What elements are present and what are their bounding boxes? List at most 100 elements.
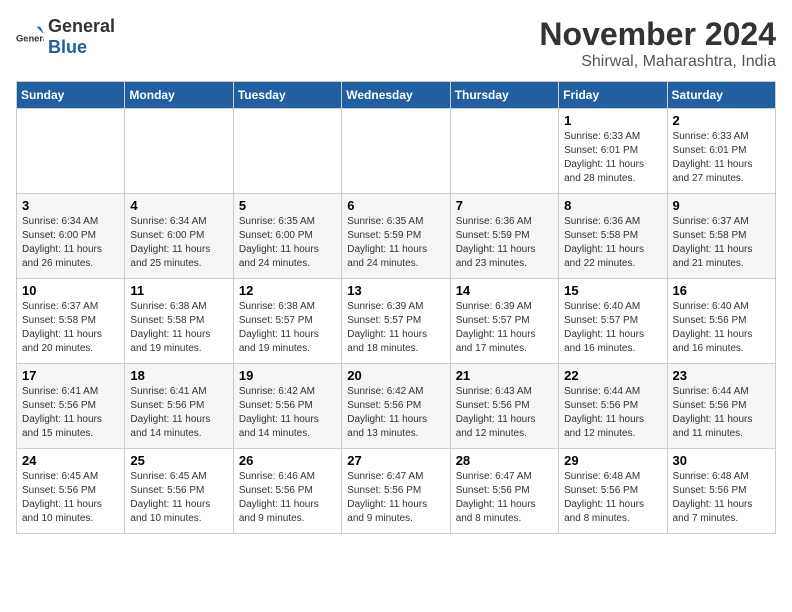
day-info: Sunrise: 6:39 AM Sunset: 5:57 PM Dayligh… <box>456 300 553 356</box>
day-number: 17 <box>22 368 119 383</box>
calendar-cell: 7 Sunrise: 6:36 AM Sunset: 5:59 PM Daylig… <box>450 194 558 279</box>
day-info: Sunrise: 6:38 AM Sunset: 5:58 PM Dayligh… <box>130 300 227 356</box>
calendar-cell: 26Sunrise: 6:46 AM Sunset: 5:56 PM Dayli… <box>233 449 341 534</box>
calendar-cell <box>450 109 558 194</box>
calendar-cell: 8 Sunrise: 6:36 AM Sunset: 5:58 PM Daylig… <box>559 194 667 279</box>
weekday-header: Wednesday <box>342 82 450 109</box>
day-number: 30 <box>673 453 770 468</box>
calendar-week-row: 17 Sunrise: 6:41 AM Sunset: 5:56 PM Dayli… <box>17 364 776 449</box>
calendar-week-row: 24 Sunrise: 6:45 AM Sunset: 5:56 PM Dayli… <box>17 449 776 534</box>
day-number: 2 <box>673 113 770 128</box>
day-info: Sunrise: 6:45 AM Sunset: 5:56 PM Dayligh… <box>130 470 227 526</box>
calendar-cell: 4 Sunrise: 6:34 AM Sunset: 6:00 PM Daylig… <box>125 194 233 279</box>
day-number: 10 <box>22 283 119 298</box>
weekday-header: Monday <box>125 82 233 109</box>
day-info: Sunrise: 6:48 AM Sunset: 5:56 PM Dayligh… <box>673 470 770 526</box>
day-info: Sunrise: 6:43 AM Sunset: 5:56 PM Dayligh… <box>456 385 553 441</box>
day-number: 9 <box>673 198 770 213</box>
calendar-table: SundayMondayTuesdayWednesdayThursdayFrid… <box>16 81 776 534</box>
day-number: 4 <box>130 198 227 213</box>
logo-icon: General <box>16 23 44 51</box>
calendar-header: SundayMondayTuesdayWednesdayThursdayFrid… <box>17 82 776 109</box>
day-info: Sunrise: 6:41 AM Sunset: 5:56 PM Dayligh… <box>130 385 227 441</box>
calendar-cell: 21 Sunrise: 6:43 AM Sunset: 5:56 PM Dayli… <box>450 364 558 449</box>
calendar-cell: 11 Sunrise: 6:38 AM Sunset: 5:58 PM Dayli… <box>125 279 233 364</box>
calendar-cell: 5 Sunrise: 6:35 AM Sunset: 6:00 PM Daylig… <box>233 194 341 279</box>
day-info: Sunrise: 6:42 AM Sunset: 5:56 PM Dayligh… <box>347 385 444 441</box>
day-number: 7 <box>456 198 553 213</box>
calendar-subtitle: Shirwal, Maharashtra, India <box>539 53 776 71</box>
day-info: Sunrise: 6:37 AM Sunset: 5:58 PM Dayligh… <box>673 215 770 271</box>
day-number: 19 <box>239 368 336 383</box>
day-info: Sunrise: 6:37 AM Sunset: 5:58 PM Dayligh… <box>22 300 119 356</box>
calendar-cell <box>17 109 125 194</box>
day-number: 22 <box>564 368 661 383</box>
calendar-cell: 25 Sunrise: 6:45 AM Sunset: 5:56 PM Dayli… <box>125 449 233 534</box>
calendar-cell: 29 Sunrise: 6:48 AM Sunset: 5:56 PM Dayli… <box>559 449 667 534</box>
calendar-week-row: 1 Sunrise: 6:33 AM Sunset: 6:01 PM Daylig… <box>17 109 776 194</box>
day-number: 27 <box>347 453 444 468</box>
day-info: Sunrise: 6:35 AM Sunset: 5:59 PM Dayligh… <box>347 215 444 271</box>
page-header: General General Blue November 2024 Shirw… <box>16 16 776 71</box>
day-info: Sunrise: 6:40 AM Sunset: 5:57 PM Dayligh… <box>564 300 661 356</box>
day-info: Sunrise: 6:47 AM Sunset: 5:56 PM Dayligh… <box>347 470 444 526</box>
calendar-cell: 17 Sunrise: 6:41 AM Sunset: 5:56 PM Dayli… <box>17 364 125 449</box>
day-info: Sunrise: 6:47 AM Sunset: 5:56 PM Dayligh… <box>456 470 553 526</box>
day-info: Sunrise: 6:45 AM Sunset: 5:56 PM Dayligh… <box>22 470 119 526</box>
calendar-cell: 6 Sunrise: 6:35 AM Sunset: 5:59 PM Daylig… <box>342 194 450 279</box>
calendar-cell: 22 Sunrise: 6:44 AM Sunset: 5:56 PM Dayli… <box>559 364 667 449</box>
day-number: 20 <box>347 368 444 383</box>
day-info: Sunrise: 6:48 AM Sunset: 5:56 PM Dayligh… <box>564 470 661 526</box>
day-info: Sunrise: 6:34 AM Sunset: 6:00 PM Dayligh… <box>22 215 119 271</box>
day-number: 29 <box>564 453 661 468</box>
day-info: Sunrise: 6:44 AM Sunset: 5:56 PM Dayligh… <box>564 385 661 441</box>
day-number: 1 <box>564 113 661 128</box>
calendar-cell: 14Sunrise: 6:39 AM Sunset: 5:57 PM Dayli… <box>450 279 558 364</box>
title-block: November 2024 Shirwal, Maharashtra, Indi… <box>539 16 776 71</box>
logo-general: General <box>48 16 115 36</box>
day-number: 18 <box>130 368 227 383</box>
day-number: 21 <box>456 368 553 383</box>
day-number: 24 <box>22 453 119 468</box>
day-number: 12 <box>239 283 336 298</box>
day-info: Sunrise: 6:33 AM Sunset: 6:01 PM Dayligh… <box>564 130 661 186</box>
day-info: Sunrise: 6:41 AM Sunset: 5:56 PM Dayligh… <box>22 385 119 441</box>
weekday-header: Thursday <box>450 82 558 109</box>
weekday-header: Friday <box>559 82 667 109</box>
calendar-cell: 2Sunrise: 6:33 AM Sunset: 6:01 PM Daylig… <box>667 109 775 194</box>
day-info: Sunrise: 6:36 AM Sunset: 5:59 PM Dayligh… <box>456 215 553 271</box>
day-info: Sunrise: 6:36 AM Sunset: 5:58 PM Dayligh… <box>564 215 661 271</box>
day-info: Sunrise: 6:34 AM Sunset: 6:00 PM Dayligh… <box>130 215 227 271</box>
calendar-cell: 9 Sunrise: 6:37 AM Sunset: 5:58 PM Daylig… <box>667 194 775 279</box>
weekday-header: Sunday <box>17 82 125 109</box>
day-info: Sunrise: 6:39 AM Sunset: 5:57 PM Dayligh… <box>347 300 444 356</box>
day-number: 5 <box>239 198 336 213</box>
calendar-cell: 10 Sunrise: 6:37 AM Sunset: 5:58 PM Dayli… <box>17 279 125 364</box>
calendar-cell: 19Sunrise: 6:42 AM Sunset: 5:56 PM Dayli… <box>233 364 341 449</box>
day-info: Sunrise: 6:38 AM Sunset: 5:57 PM Dayligh… <box>239 300 336 356</box>
weekday-header: Tuesday <box>233 82 341 109</box>
day-number: 6 <box>347 198 444 213</box>
calendar-cell: 20 Sunrise: 6:42 AM Sunset: 5:56 PM Dayli… <box>342 364 450 449</box>
day-number: 16 <box>673 283 770 298</box>
calendar-cell: 3Sunrise: 6:34 AM Sunset: 6:00 PM Daylig… <box>17 194 125 279</box>
weekday-header-row: SundayMondayTuesdayWednesdayThursdayFrid… <box>17 82 776 109</box>
calendar-cell: 15 Sunrise: 6:40 AM Sunset: 5:57 PM Dayli… <box>559 279 667 364</box>
logo: General General Blue <box>16 16 115 58</box>
logo-blue: Blue <box>48 37 87 57</box>
day-number: 25 <box>130 453 227 468</box>
day-number: 23 <box>673 368 770 383</box>
calendar-body: 1 Sunrise: 6:33 AM Sunset: 6:01 PM Daylig… <box>17 109 776 534</box>
day-number: 28 <box>456 453 553 468</box>
calendar-cell: 30 Sunrise: 6:48 AM Sunset: 5:56 PM Dayli… <box>667 449 775 534</box>
svg-text:General: General <box>16 34 44 44</box>
day-number: 8 <box>564 198 661 213</box>
day-number: 11 <box>130 283 227 298</box>
calendar-cell: 28 Sunrise: 6:47 AM Sunset: 5:56 PM Dayli… <box>450 449 558 534</box>
calendar-cell: 12 Sunrise: 6:38 AM Sunset: 5:57 PM Dayli… <box>233 279 341 364</box>
day-info: Sunrise: 6:35 AM Sunset: 6:00 PM Dayligh… <box>239 215 336 271</box>
calendar-cell <box>233 109 341 194</box>
calendar-cell: 16Sunrise: 6:40 AM Sunset: 5:56 PM Dayli… <box>667 279 775 364</box>
calendar-cell: 23Sunrise: 6:44 AM Sunset: 5:56 PM Dayli… <box>667 364 775 449</box>
day-number: 15 <box>564 283 661 298</box>
